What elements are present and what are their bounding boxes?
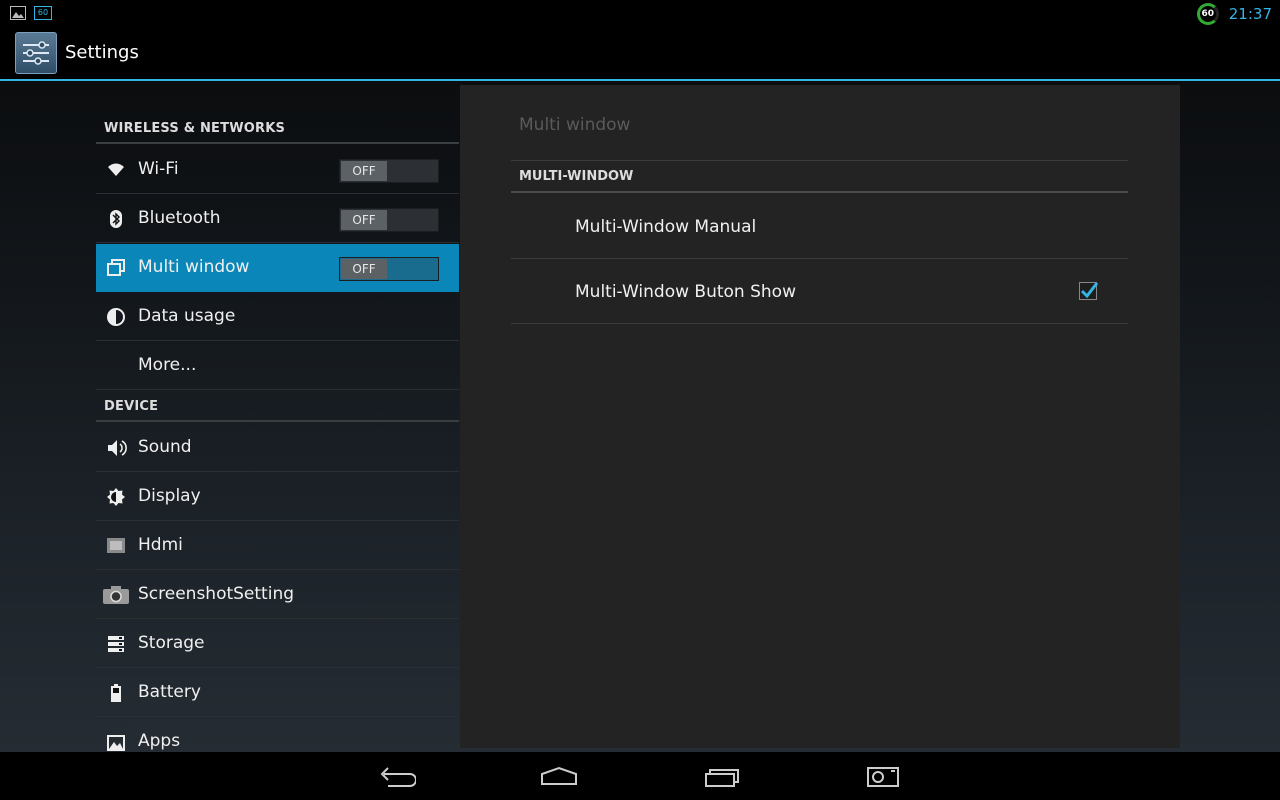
sidebar-item-battery[interactable]: Battery	[96, 669, 459, 717]
multi-window-icon	[106, 258, 126, 278]
storage-icon	[106, 634, 126, 654]
sound-icon	[106, 438, 127, 458]
sidebar-item-label: Battery	[138, 682, 201, 702]
sidebar-item-label: Data usage	[138, 306, 236, 326]
category-multi-window: MULTI-WINDOW	[519, 169, 634, 184]
sidebar-item-multi-window[interactable]: Multi window OFF	[96, 244, 459, 292]
clock: 21:37	[1228, 5, 1272, 23]
status-bar: 60 60 21:37	[0, 0, 1280, 26]
hdmi-icon	[106, 536, 126, 556]
sidebar-item-label: Display	[138, 486, 201, 506]
sidebar-item-label: Multi window	[138, 257, 250, 277]
multi-window-settings-panel: Multi window MULTI-WINDOW Multi-Window M…	[460, 85, 1180, 748]
sidebar-item-more[interactable]: More...	[96, 342, 459, 390]
toggle-state: OFF	[341, 161, 387, 181]
category-divider	[96, 420, 459, 422]
category-wireless-networks: WIRELESS & NETWORKS	[104, 121, 286, 136]
data-usage-icon	[106, 307, 126, 327]
sidebar-item-screenshot-setting[interactable]: ScreenshotSetting	[96, 571, 459, 619]
multi-window-manual-label: Multi-Window Manual	[575, 217, 757, 237]
fps-badge-icon: 60	[34, 6, 52, 20]
sidebar-item-data-usage[interactable]: Data usage	[96, 293, 459, 341]
wifi-icon	[106, 160, 126, 180]
checkmark-icon	[1080, 282, 1099, 299]
wifi-toggle[interactable]: OFF	[339, 159, 439, 183]
system-icons: 60 21:37	[1196, 3, 1272, 25]
sidebar-item-display[interactable]: Display	[96, 473, 459, 521]
sidebar-item-storage[interactable]: Storage	[96, 620, 459, 668]
divider	[511, 323, 1128, 324]
bluetooth-toggle[interactable]: OFF	[339, 208, 439, 232]
action-bar: Settings	[0, 26, 1280, 81]
sidebar-item-label: Bluetooth	[138, 208, 221, 228]
battery-icon	[106, 683, 126, 703]
sidebar-item-bluetooth[interactable]: Bluetooth OFF	[96, 195, 459, 243]
sidebar-item-hdmi[interactable]: Hdmi	[96, 522, 459, 570]
multi-window-toggle[interactable]: OFF	[339, 257, 439, 281]
multi-window-button-show-label: Multi-Window Buton Show	[575, 282, 796, 302]
camera-icon	[102, 585, 130, 605]
navigation-bar	[0, 752, 1280, 800]
sidebar-item-sound[interactable]: Sound	[96, 424, 459, 472]
main-area: WIRELESS & NETWORKS Wi-Fi OFF Bluetooth	[0, 81, 1280, 752]
apps-icon	[106, 732, 126, 752]
sidebar-item-label: Sound	[138, 437, 192, 457]
sidebar-item-label: More...	[138, 355, 197, 375]
sidebar-item-label: Hdmi	[138, 535, 183, 555]
sidebar-item-label: Storage	[138, 633, 205, 653]
settings-sliders-icon[interactable]	[15, 32, 57, 74]
picture-icon	[10, 6, 26, 20]
fps-meter-icon: 60	[1196, 3, 1219, 25]
category-device: DEVICE	[104, 399, 159, 414]
toggle-state: OFF	[341, 210, 387, 230]
settings-headers-list[interactable]: WIRELESS & NETWORKS Wi-Fi OFF Bluetooth	[96, 81, 459, 752]
multi-window-button-show-checkbox[interactable]	[1079, 282, 1099, 300]
screenshot-icon[interactable]	[864, 764, 904, 788]
toggle-state: OFF	[341, 259, 387, 279]
sidebar-item-label: Apps	[138, 731, 181, 751]
sidebar-item-apps[interactable]: Apps	[96, 718, 459, 752]
home-icon[interactable]	[539, 764, 579, 788]
page-title: Settings	[65, 42, 139, 63]
category-divider	[96, 142, 459, 144]
panel-title: Multi window	[519, 115, 631, 135]
bluetooth-icon	[106, 209, 126, 229]
display-icon	[106, 487, 126, 507]
divider	[511, 160, 1128, 161]
notification-icons: 60	[10, 6, 52, 20]
recent-apps-icon[interactable]	[702, 764, 742, 788]
sidebar-item-label: ScreenshotSetting	[138, 584, 295, 604]
sidebar-item-wifi[interactable]: Wi-Fi OFF	[96, 146, 459, 194]
back-icon[interactable]	[376, 764, 417, 788]
sidebar-item-label: Wi-Fi	[138, 159, 179, 179]
